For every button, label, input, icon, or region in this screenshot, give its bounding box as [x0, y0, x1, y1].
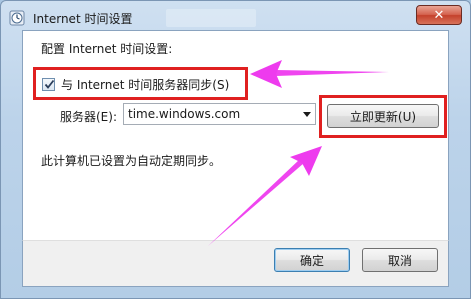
annotation-arrows — [208, 60, 389, 246]
arrow-annotation-sync — [250, 60, 389, 88]
arrow-annotation-update — [208, 146, 322, 246]
